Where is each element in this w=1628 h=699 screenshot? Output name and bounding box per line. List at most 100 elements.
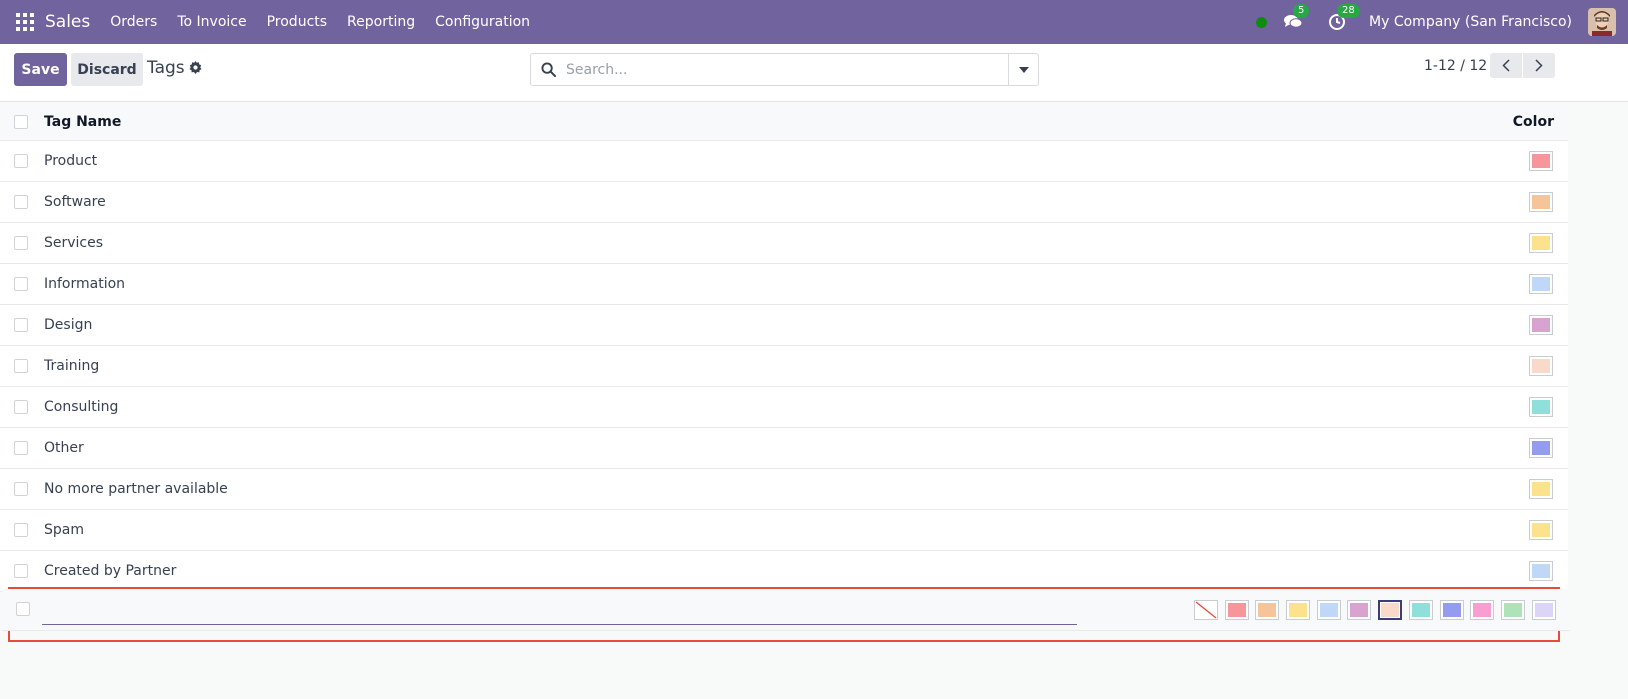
tag-name-cell[interactable]: Spam xyxy=(44,522,84,538)
row-checkbox[interactable] xyxy=(14,523,28,537)
color-swatch[interactable] xyxy=(1529,561,1553,581)
row-checkbox[interactable] xyxy=(14,154,28,168)
color-option-light-blue[interactable] xyxy=(1316,600,1341,620)
table-row[interactable]: No more partner available xyxy=(0,469,1568,510)
new-record-row xyxy=(2,589,1570,631)
table-row[interactable]: Created by Partner xyxy=(0,551,1568,592)
caret-down-icon xyxy=(1018,66,1029,73)
online-status-icon xyxy=(1256,16,1268,28)
color-swatch-fill xyxy=(1532,236,1550,250)
select-all-checkbox[interactable] xyxy=(14,115,28,129)
row-checkbox[interactable] xyxy=(14,564,28,578)
tag-name-cell[interactable]: Design xyxy=(44,317,92,333)
row-checkbox[interactable] xyxy=(14,400,28,414)
color-option-fill xyxy=(1381,603,1400,617)
color-swatch-fill xyxy=(1532,154,1550,168)
color-option-medium-blue[interactable] xyxy=(1408,600,1433,620)
color-swatch[interactable] xyxy=(1529,397,1553,417)
color-option-red[interactable] xyxy=(1224,600,1249,620)
color-swatch[interactable] xyxy=(1529,151,1553,171)
table-row[interactable]: Services xyxy=(0,223,1568,264)
menu-orders[interactable]: Orders xyxy=(110,14,157,30)
column-header-tag-name[interactable]: Tag Name xyxy=(44,114,121,130)
discard-button[interactable]: Discard xyxy=(71,53,143,86)
color-swatch-fill xyxy=(1532,195,1550,209)
color-option-purple[interactable] xyxy=(1531,600,1556,620)
color-swatch-fill xyxy=(1532,482,1550,496)
menu-to-invoice[interactable]: To Invoice xyxy=(177,14,246,30)
search-input[interactable] xyxy=(566,55,1006,84)
color-option-fuchsia[interactable] xyxy=(1470,600,1495,620)
color-option-yellow[interactable] xyxy=(1286,600,1311,620)
color-option-fill xyxy=(1350,603,1369,617)
row-checkbox[interactable] xyxy=(14,482,28,496)
search-options-toggle[interactable] xyxy=(1008,54,1038,85)
app-brand[interactable]: Sales xyxy=(45,12,90,32)
color-swatch-fill xyxy=(1532,564,1550,578)
no-color-icon xyxy=(1195,601,1217,619)
row-checkbox[interactable] xyxy=(14,441,28,455)
row-checkbox[interactable] xyxy=(14,359,28,373)
color-option-salmon-pink[interactable] xyxy=(1378,600,1403,620)
pager-previous-button[interactable] xyxy=(1490,53,1522,78)
row-checkbox[interactable] xyxy=(14,236,28,250)
row-checkbox[interactable] xyxy=(14,318,28,332)
row-checkbox[interactable] xyxy=(14,277,28,291)
messages-count-badge: 5 xyxy=(1293,4,1310,18)
row-checkbox[interactable] xyxy=(16,602,30,616)
pager-next-button[interactable] xyxy=(1523,53,1555,78)
tag-name-cell[interactable]: Other xyxy=(44,440,84,456)
list-header: Tag Name Color xyxy=(0,102,1568,141)
color-swatch[interactable] xyxy=(1529,233,1553,253)
color-swatch[interactable] xyxy=(1529,356,1553,376)
tag-name-cell[interactable]: Services xyxy=(44,235,103,251)
table-row[interactable]: Other xyxy=(0,428,1568,469)
tag-name-cell[interactable]: Software xyxy=(44,194,106,210)
color-option-orange[interactable] xyxy=(1255,600,1280,620)
menu-configuration[interactable]: Configuration xyxy=(435,14,530,30)
color-swatch[interactable] xyxy=(1529,520,1553,540)
gear-icon[interactable] xyxy=(189,61,202,78)
color-option-no-color[interactable] xyxy=(1194,600,1218,620)
tag-name-cell[interactable]: Consulting xyxy=(44,399,118,415)
menu-reporting[interactable]: Reporting xyxy=(347,14,415,30)
color-swatch[interactable] xyxy=(1529,192,1553,212)
save-button[interactable]: Save xyxy=(14,53,67,86)
color-option-dark-blue[interactable] xyxy=(1439,600,1464,620)
color-option-dark-purple[interactable] xyxy=(1347,600,1372,620)
tag-name-cell[interactable]: Product xyxy=(44,153,97,169)
menu-products[interactable]: Products xyxy=(267,14,327,30)
color-swatch[interactable] xyxy=(1529,315,1553,335)
color-swatch-fill xyxy=(1532,523,1550,537)
color-swatch[interactable] xyxy=(1529,479,1553,499)
table-row[interactable]: Software xyxy=(0,182,1568,223)
activities-systray[interactable]: 28 xyxy=(1325,4,1360,34)
tag-name-input[interactable] xyxy=(42,595,1077,625)
row-checkbox[interactable] xyxy=(14,195,28,209)
table-row[interactable]: Spam xyxy=(0,510,1568,551)
table-row[interactable]: Training xyxy=(0,346,1568,387)
color-option-fill xyxy=(1319,603,1338,617)
control-panel: Save Discard Tags 1-12 / 12 xyxy=(0,44,1628,102)
company-switcher[interactable]: My Company (San Francisco) xyxy=(1369,14,1572,30)
color-swatch[interactable] xyxy=(1529,274,1553,294)
table-row[interactable]: Product xyxy=(0,141,1568,182)
column-header-color[interactable]: Color xyxy=(1513,114,1554,130)
pager-value[interactable]: 1-12 / 12 xyxy=(1424,58,1487,74)
color-palette xyxy=(1194,600,1562,620)
color-swatch[interactable] xyxy=(1529,438,1553,458)
table-row[interactable]: Information xyxy=(0,264,1568,305)
table-row[interactable]: Consulting xyxy=(0,387,1568,428)
messages-systray[interactable]: 5 xyxy=(1281,4,1310,34)
user-avatar[interactable] xyxy=(1588,8,1616,36)
tag-name-cell[interactable]: Created by Partner xyxy=(44,563,176,579)
color-option-green[interactable] xyxy=(1500,600,1525,620)
tag-name-cell[interactable]: Training xyxy=(44,358,99,374)
tag-name-cell[interactable]: Information xyxy=(44,276,125,292)
apps-menu-icon[interactable] xyxy=(16,13,34,31)
color-option-fill xyxy=(1258,603,1277,617)
table-row[interactable]: Design xyxy=(0,305,1568,346)
tag-name-cell[interactable]: No more partner available xyxy=(44,481,228,497)
color-option-fill xyxy=(1289,603,1308,617)
chevron-left-icon xyxy=(1502,59,1510,72)
